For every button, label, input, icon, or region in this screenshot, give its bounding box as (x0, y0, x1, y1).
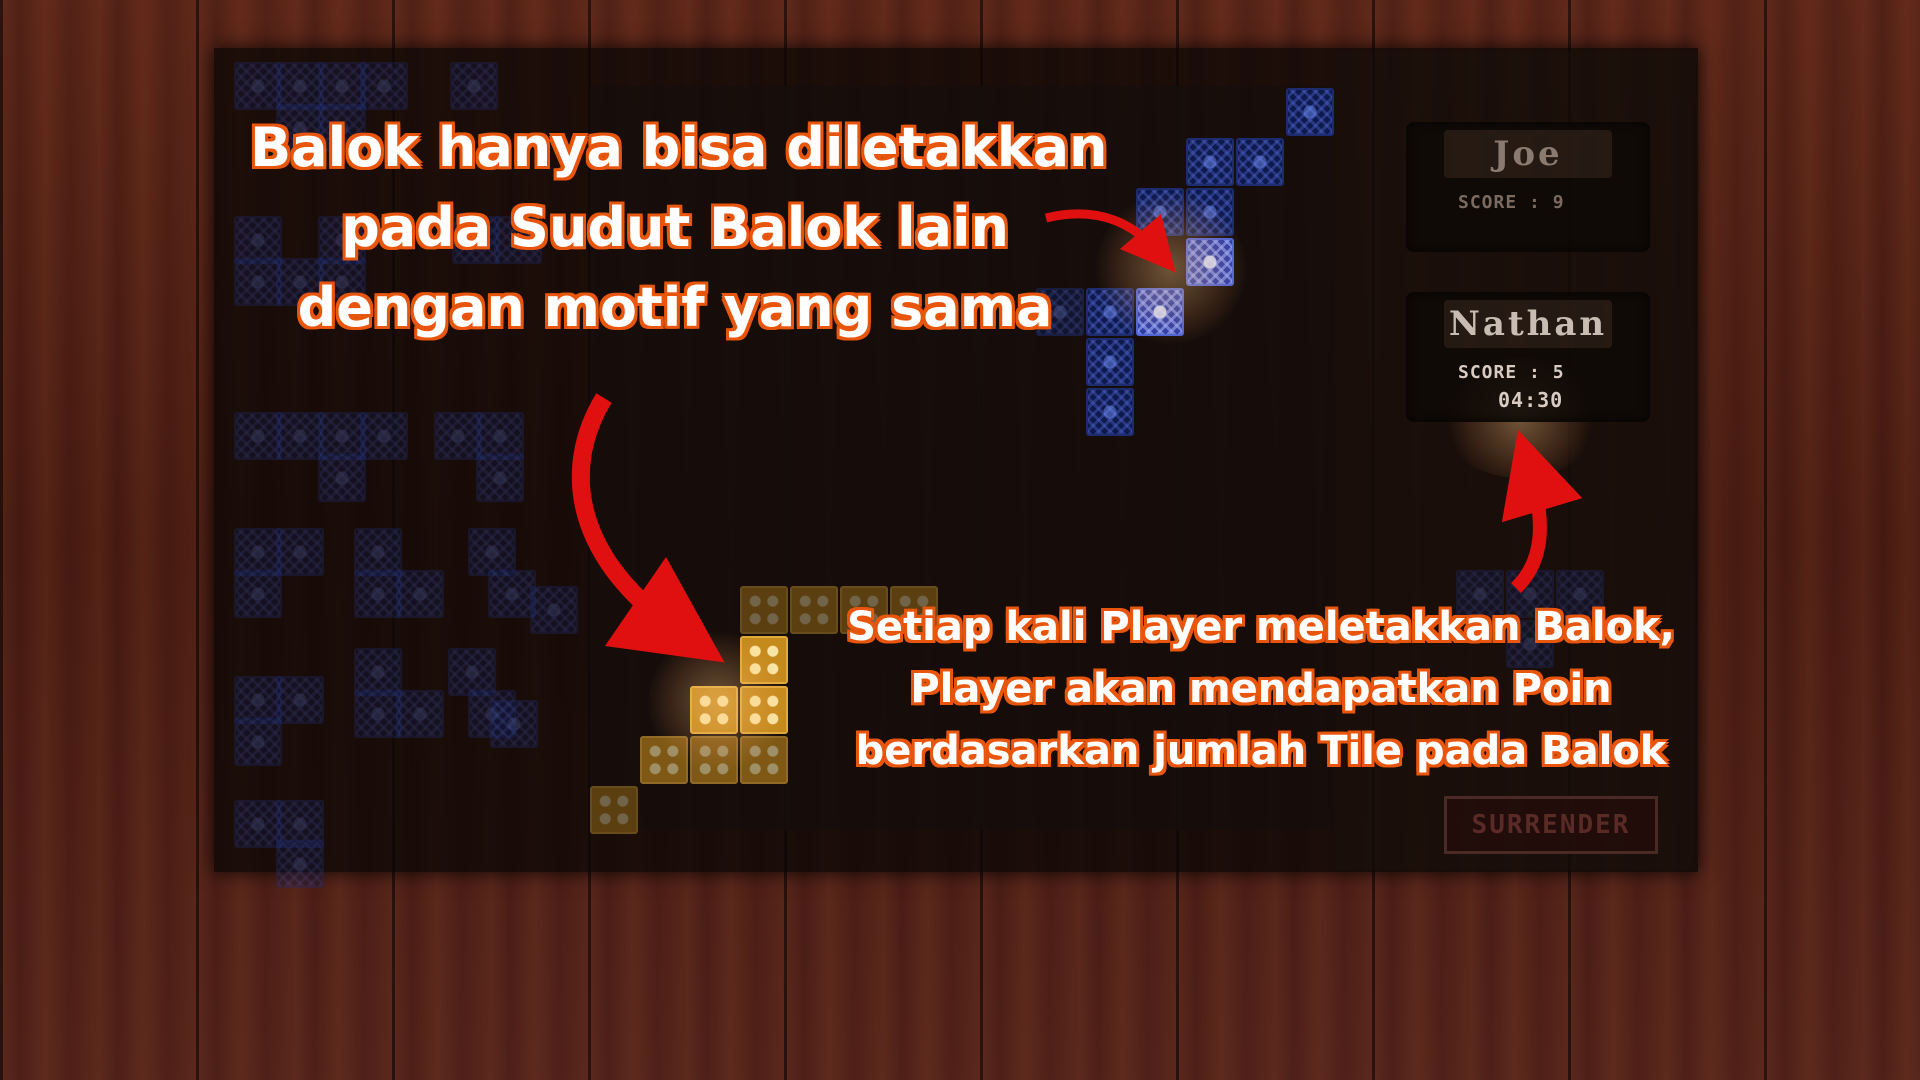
callout-line: Player akan mendapatkan Poin (910, 666, 1612, 712)
callout-line: dengan motif yang sama (297, 276, 1053, 339)
callout-score-rule: Setiap kali Player meletakkan Balok, Pla… (836, 596, 1686, 782)
arrow-to-score (1501, 429, 1583, 594)
callout-placement-rule: Balok hanya bisa diletakkan pada Sudut B… (250, 108, 1108, 348)
callout-line: berdasarkan jumlah Tile pada Balok (855, 728, 1667, 774)
callout-line: pada Sudut Balok lain (341, 196, 1009, 259)
arrow-to-gold-tile (571, 393, 725, 663)
callout-line: Balok hanya bisa diletakkan (250, 116, 1108, 179)
callout-line: Setiap kali Player meletakkan Balok, (847, 604, 1675, 650)
